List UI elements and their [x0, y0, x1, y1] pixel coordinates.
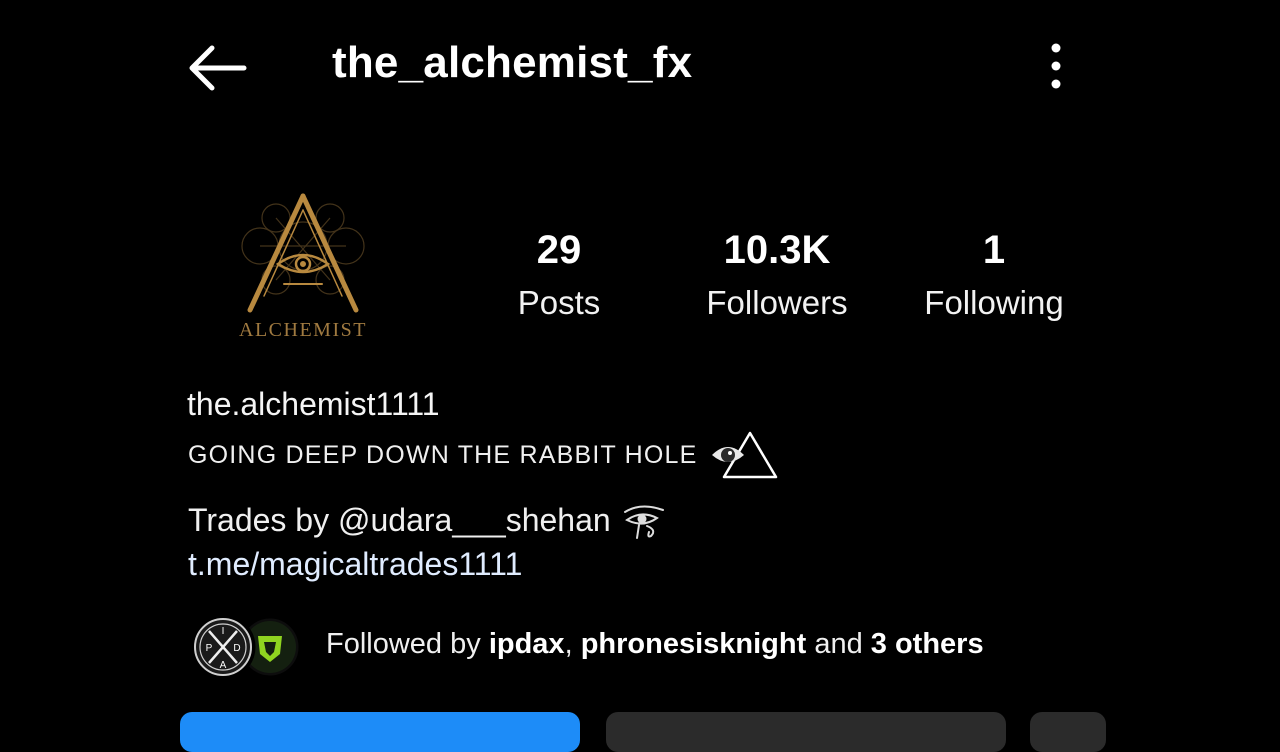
- bio-trades-text: Trades by @udara___shehan: [188, 501, 611, 538]
- back-button[interactable]: [186, 44, 250, 92]
- stat-value: 1: [982, 228, 1006, 272]
- suggested-accounts-button[interactable]: [1030, 712, 1106, 752]
- bio-tagline: GOING DEEP DOWN THE RABBIT HOLE: [188, 428, 780, 482]
- svg-text:ALCHEMIST: ALCHEMIST: [239, 319, 367, 341]
- mutual-others-count: 3 others: [870, 628, 984, 660]
- stat-label: Following: [924, 284, 1064, 321]
- eye-of-horus-icon: [623, 505, 664, 539]
- svg-text:P: P: [206, 643, 213, 654]
- message-button[interactable]: [606, 712, 1006, 752]
- svg-text:A: A: [220, 660, 227, 671]
- follow-button[interactable]: [180, 712, 580, 752]
- followed-by-middle: and: [806, 628, 871, 660]
- more-vertical-icon: [1051, 43, 1061, 89]
- followed-by-prefix: Followed by: [326, 628, 489, 660]
- mutual-user-1: ipdax: [488, 628, 565, 660]
- stat-label: Posts: [517, 284, 601, 321]
- svg-text:I: I: [222, 626, 225, 637]
- mutual-followers-avatars[interactable]: I P D A: [190, 614, 306, 680]
- stat-following[interactable]: 1 Following: [906, 225, 1082, 331]
- profile-avatar[interactable]: ALCHEMIST: [228, 188, 378, 346]
- followed-by-separator: ,: [564, 628, 581, 660]
- stat-value: 10.3K: [723, 228, 831, 272]
- profile-username: the_alchemist_fx: [332, 38, 693, 87]
- more-options-button[interactable]: [1040, 40, 1072, 92]
- stat-value: 29: [536, 228, 582, 272]
- stat-posts[interactable]: 29 Posts: [498, 225, 620, 331]
- bio-trades: Trades by @udara___shehan: [188, 498, 667, 542]
- stat-followers[interactable]: 10.3K Followers: [688, 225, 866, 331]
- bio-tagline-text: GOING DEEP DOWN THE RABBIT HOLE: [188, 440, 698, 469]
- svg-text:D: D: [233, 643, 240, 654]
- bio-link[interactable]: t.me/magicaltrades1111: [188, 546, 522, 583]
- followed-by-text[interactable]: Followed by ipdax, phronesisknight and 3…: [326, 628, 984, 661]
- display-name: the.alchemist1111: [187, 386, 440, 422]
- mutual-avatars: I P D A: [190, 614, 302, 680]
- stat-label: Followers: [706, 284, 848, 321]
- arrow-left-icon: [189, 45, 247, 91]
- alchemist-logo: ALCHEMIST: [239, 193, 367, 341]
- eye-pyramid-icon: [711, 431, 777, 479]
- mutual-user-2: phronesisknight: [580, 628, 807, 660]
